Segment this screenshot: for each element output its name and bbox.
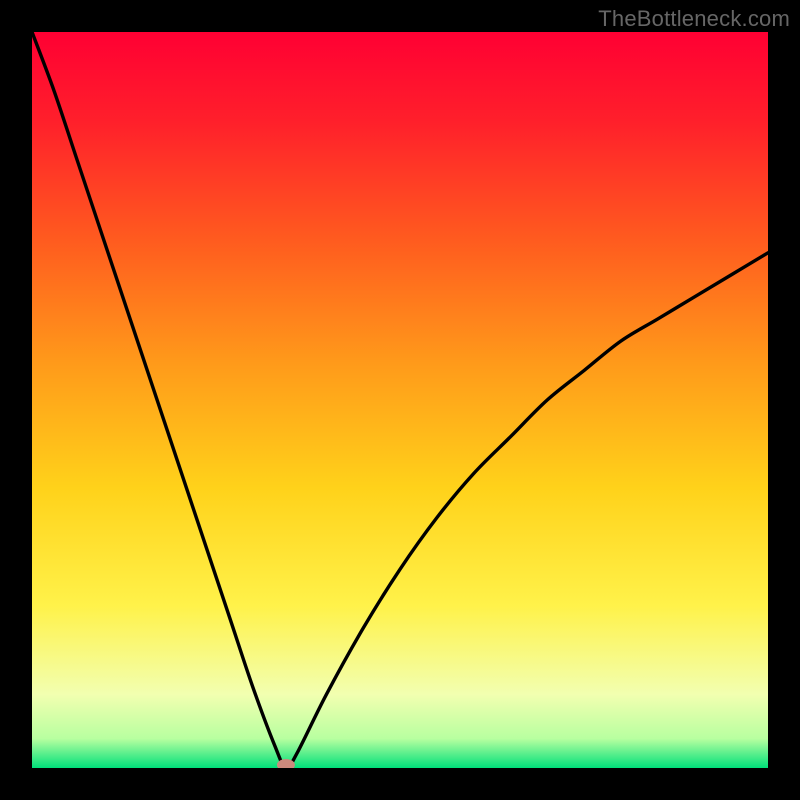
chart-frame	[32, 32, 768, 768]
watermark-text: TheBottleneck.com	[598, 6, 790, 32]
bottleneck-chart	[32, 32, 768, 768]
chart-background	[32, 32, 768, 768]
